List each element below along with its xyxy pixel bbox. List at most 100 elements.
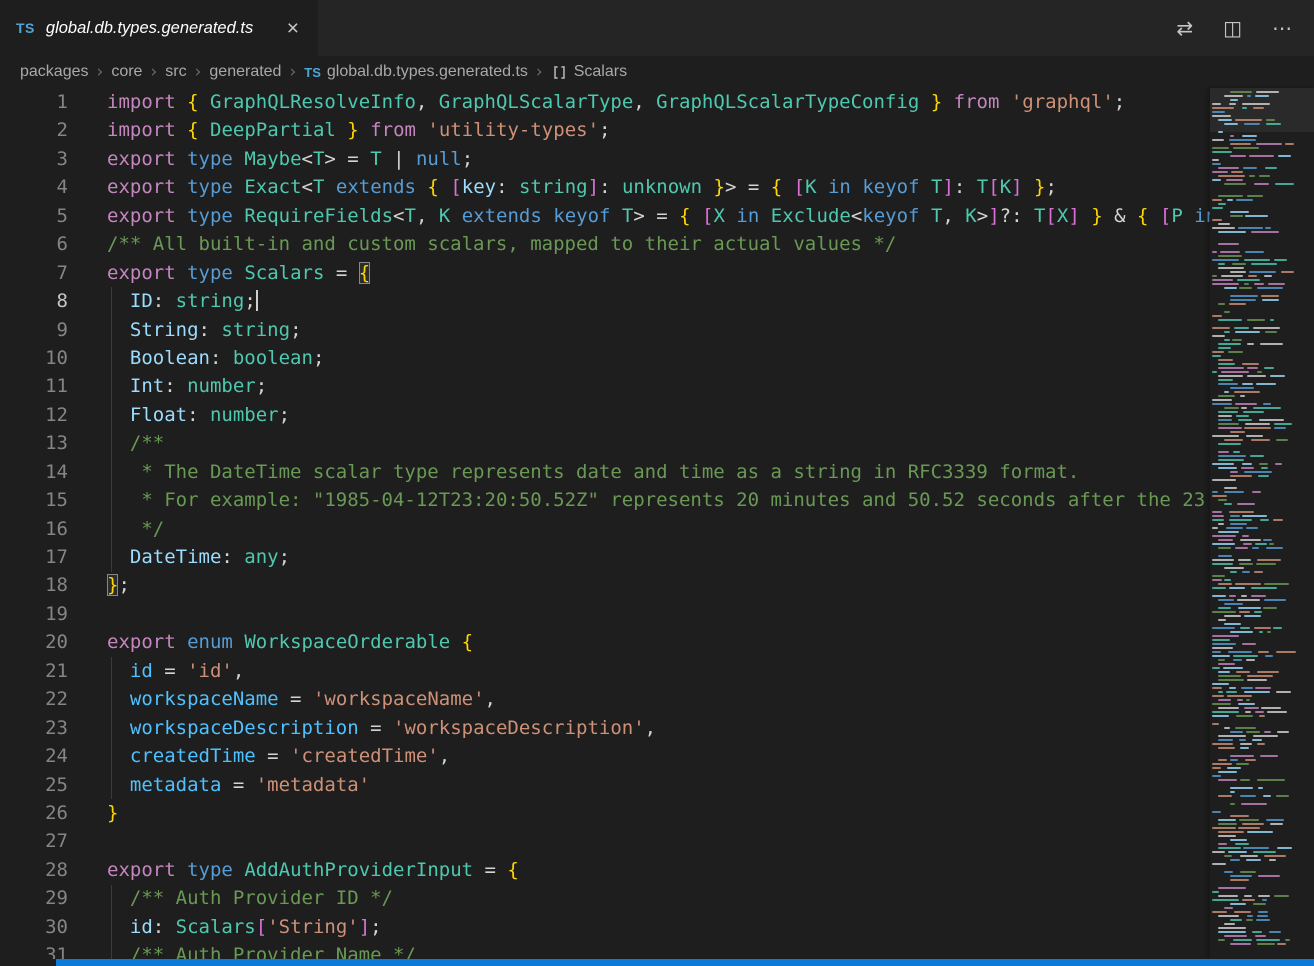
minimap-mark xyxy=(1218,319,1242,321)
minimap-mark xyxy=(1212,891,1219,893)
line-number[interactable]: 3 xyxy=(0,145,68,173)
minimap-mark xyxy=(1256,91,1279,93)
split-editor-icon[interactable]: ◫ xyxy=(1223,16,1242,40)
minimap-mark xyxy=(1212,103,1221,105)
code-line[interactable]: 2 import { DeepPartial } from 'utility-ty… xyxy=(0,116,1314,144)
minimap-mark xyxy=(1218,915,1239,917)
breadcrumb-item-filename[interactable]: global.db.types.generated.ts xyxy=(327,63,528,81)
line-number[interactable]: 28 xyxy=(0,856,68,884)
minimap-mark xyxy=(1218,699,1231,701)
line-number[interactable]: 15 xyxy=(0,486,68,514)
code-line[interactable]: 23 workspaceDescription = 'workspaceDesc… xyxy=(0,714,1314,742)
minimap-mark xyxy=(1212,863,1226,865)
code-line[interactable]: 15 * For example: "1985-04-12T23:20:50.5… xyxy=(0,486,1314,514)
line-number[interactable]: 23 xyxy=(0,714,68,742)
code-line[interactable]: 29 /** Auth Provider ID */ xyxy=(0,884,1314,912)
line-number[interactable]: 12 xyxy=(0,401,68,429)
tab-global-db-types-generated[interactable]: TS global.db.types.generated.ts × xyxy=(0,0,318,56)
code-line[interactable]: 31 /** Auth Provider Name */ xyxy=(0,941,1314,959)
minimap-mark xyxy=(1240,743,1252,745)
code-line[interactable]: 6/** All built-in and custom scalars, ma… xyxy=(0,230,1314,258)
code-line[interactable]: 26} xyxy=(0,799,1314,827)
code-line[interactable]: 20export enum WorkspaceOrderable { xyxy=(0,628,1314,656)
code-line[interactable]: 11 Int: number; xyxy=(0,372,1314,400)
code-line[interactable]: 19 xyxy=(0,600,1314,628)
code-line[interactable]: 22 workspaceName = 'workspaceName', xyxy=(0,685,1314,713)
code-line[interactable]: 3 export type Maybe<T> = T | null; xyxy=(0,145,1314,173)
line-number[interactable]: 16 xyxy=(0,515,68,543)
compare-changes-icon[interactable]: ⇄ xyxy=(1176,16,1193,40)
breadcrumb-item-src[interactable]: src xyxy=(165,63,186,81)
code-line[interactable]: 27 xyxy=(0,827,1314,855)
line-number[interactable]: 14 xyxy=(0,458,68,486)
code-text: export type Maybe<T> = T | null; xyxy=(107,145,473,173)
breadcrumb-item-core[interactable]: core xyxy=(111,63,142,81)
line-number[interactable]: 2 xyxy=(0,116,68,144)
code-text: import { DeepPartial } from 'utility-typ… xyxy=(107,116,610,144)
line-number[interactable]: 18 xyxy=(0,571,68,599)
code-editor[interactable]: 1import { GraphQLResolveInfo, GraphQLSca… xyxy=(0,88,1314,959)
text-cursor xyxy=(256,290,258,311)
minimap-mark xyxy=(1212,179,1221,181)
minimap-mark xyxy=(1247,95,1252,97)
code-line[interactable]: 12 Float: number; xyxy=(0,401,1314,429)
code-line[interactable]: 30 id: Scalars['String']; xyxy=(0,913,1314,941)
minimap-mark xyxy=(1224,623,1241,625)
code-line[interactable]: 21 id = 'id', xyxy=(0,657,1314,685)
minimap-mark xyxy=(1285,939,1290,941)
line-number[interactable]: 24 xyxy=(0,742,68,770)
code-line[interactable]: 24 createdTime = 'createdTime', xyxy=(0,742,1314,770)
code-line[interactable]: 28export type AddAuthProviderInput = { xyxy=(0,856,1314,884)
minimap-mark xyxy=(1243,411,1264,413)
code-line[interactable]: 14 * The DateTime scalar type represents… xyxy=(0,458,1314,486)
code-line[interactable]: 9 String: string; xyxy=(0,316,1314,344)
line-number[interactable]: 10 xyxy=(0,344,68,372)
line-number[interactable]: 25 xyxy=(0,771,68,799)
minimap-mark xyxy=(1224,615,1241,617)
line-number[interactable]: 26 xyxy=(0,799,68,827)
code-line[interactable]: 16 */ xyxy=(0,515,1314,543)
line-number[interactable]: 9 xyxy=(0,316,68,344)
line-number[interactable]: 30 xyxy=(0,913,68,941)
code-line[interactable]: 10 Boolean: boolean; xyxy=(0,344,1314,372)
more-actions-icon[interactable]: ⋯ xyxy=(1272,16,1292,40)
minimap-mark xyxy=(1218,263,1225,265)
line-number[interactable]: 7 xyxy=(0,259,68,287)
line-number[interactable]: 17 xyxy=(0,543,68,571)
close-tab-icon[interactable]: × xyxy=(284,18,302,39)
line-number[interactable]: 20 xyxy=(0,628,68,656)
code-line[interactable]: 8 ID: string; xyxy=(0,287,1314,315)
line-number[interactable]: 29 xyxy=(0,884,68,912)
line-number[interactable]: 22 xyxy=(0,685,68,713)
minimap-mark xyxy=(1212,767,1221,769)
line-number[interactable]: 8 xyxy=(0,287,68,315)
line-number[interactable]: 5 xyxy=(0,202,68,230)
code-line[interactable]: 18}; xyxy=(0,571,1314,599)
line-number[interactable]: 4 xyxy=(0,173,68,201)
line-number[interactable]: 21 xyxy=(0,657,68,685)
code-line[interactable]: 4export type Exact<T extends { [key: str… xyxy=(0,173,1314,201)
minimap-mark xyxy=(1212,651,1221,653)
code-text: ID: string; xyxy=(107,287,258,315)
breadcrumb-item-packages[interactable]: packages xyxy=(20,63,89,81)
line-number[interactable]: 6 xyxy=(0,230,68,258)
minimap-mark xyxy=(1238,227,1263,229)
minimap[interactable] xyxy=(1210,88,1314,959)
code-line[interactable]: 25 metadata = 'metadata' xyxy=(0,771,1314,799)
minimap-mark xyxy=(1258,475,1269,477)
line-number[interactable]: 11 xyxy=(0,372,68,400)
code-line[interactable]: 13 /** xyxy=(0,429,1314,457)
code-line[interactable]: 1import { GraphQLResolveInfo, GraphQLSca… xyxy=(0,88,1314,116)
code-line[interactable]: 7export type Scalars = { xyxy=(0,259,1314,287)
line-number[interactable]: 27 xyxy=(0,827,68,855)
code-text: export type RequireFields<T, K extends k… xyxy=(107,202,1217,230)
line-number[interactable]: 1 xyxy=(0,88,68,116)
code-line[interactable]: 5 export type RequireFields<T, K extends … xyxy=(0,202,1314,230)
code-line[interactable]: 17 DateTime: any; xyxy=(0,543,1314,571)
line-number[interactable]: 13 xyxy=(0,429,68,457)
breadcrumb-item-symbol-scalars[interactable]: Scalars xyxy=(574,63,627,81)
line-number[interactable]: 31 xyxy=(0,941,68,959)
breadcrumb-item-generated[interactable]: generated xyxy=(209,63,281,81)
minimap-mark xyxy=(1270,823,1284,825)
line-number[interactable]: 19 xyxy=(0,600,68,628)
